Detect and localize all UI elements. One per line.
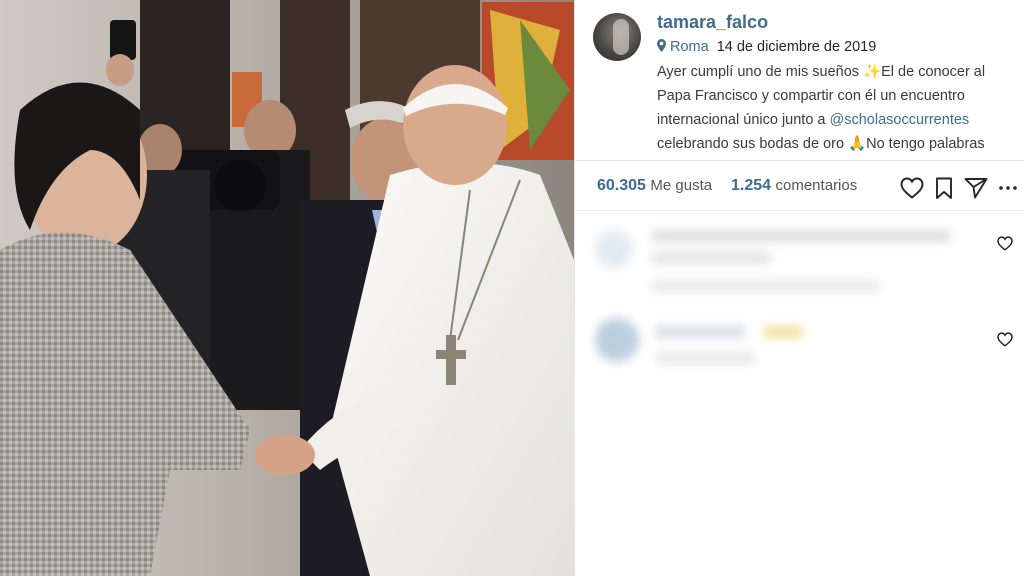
likes-count[interactable]: 60.305 xyxy=(597,177,646,194)
share-button[interactable] xyxy=(963,175,989,201)
send-icon xyxy=(964,178,988,199)
blurred-comment xyxy=(593,222,983,302)
post-caption: Ayer cumplí uno de mis sueños ✨El de con… xyxy=(657,60,1017,158)
post-photo[interactable] xyxy=(0,0,574,576)
comment-item xyxy=(575,318,1024,398)
post-actions xyxy=(899,174,1021,202)
like-button[interactable] xyxy=(899,175,925,201)
comment-like-button[interactable] xyxy=(997,236,1013,252)
caption-text-2: celebrando sus bodas de oro 🙏No tengo pa… xyxy=(657,136,985,152)
blurred-comment xyxy=(593,318,983,398)
save-button[interactable] xyxy=(931,175,957,201)
divider xyxy=(575,210,1024,211)
post-image xyxy=(0,0,574,576)
post-date: 14 de diciembre de 2019 xyxy=(716,39,877,55)
comment-item xyxy=(575,222,1024,302)
post-side-panel: tamara_falco Roma 14 de diciembre de 2019… xyxy=(574,0,1024,576)
username-link[interactable]: tamara_falco xyxy=(657,12,768,33)
bookmark-icon xyxy=(936,177,952,199)
comments-label: comentarios xyxy=(775,177,858,194)
location-pin-icon xyxy=(657,39,666,56)
likes-label: Me gusta xyxy=(650,177,713,194)
mention-link[interactable]: @scholasoccurrentes xyxy=(830,112,970,128)
location-link[interactable]: Roma xyxy=(670,39,709,55)
post-meta: Roma 14 de diciembre de 2019 xyxy=(657,39,876,56)
heart-icon xyxy=(997,236,1013,251)
heart-icon xyxy=(997,332,1013,347)
more-options-icon xyxy=(999,186,1017,190)
comment-like-button[interactable] xyxy=(997,332,1013,348)
comments-count[interactable]: 1.254 xyxy=(731,177,771,194)
engagement-stats: 60.305 Me gusta 1.254 comentarios xyxy=(597,177,857,195)
divider xyxy=(575,160,1024,161)
avatar[interactable] xyxy=(593,13,641,61)
heart-icon xyxy=(900,177,924,199)
more-options-button[interactable] xyxy=(995,175,1021,201)
